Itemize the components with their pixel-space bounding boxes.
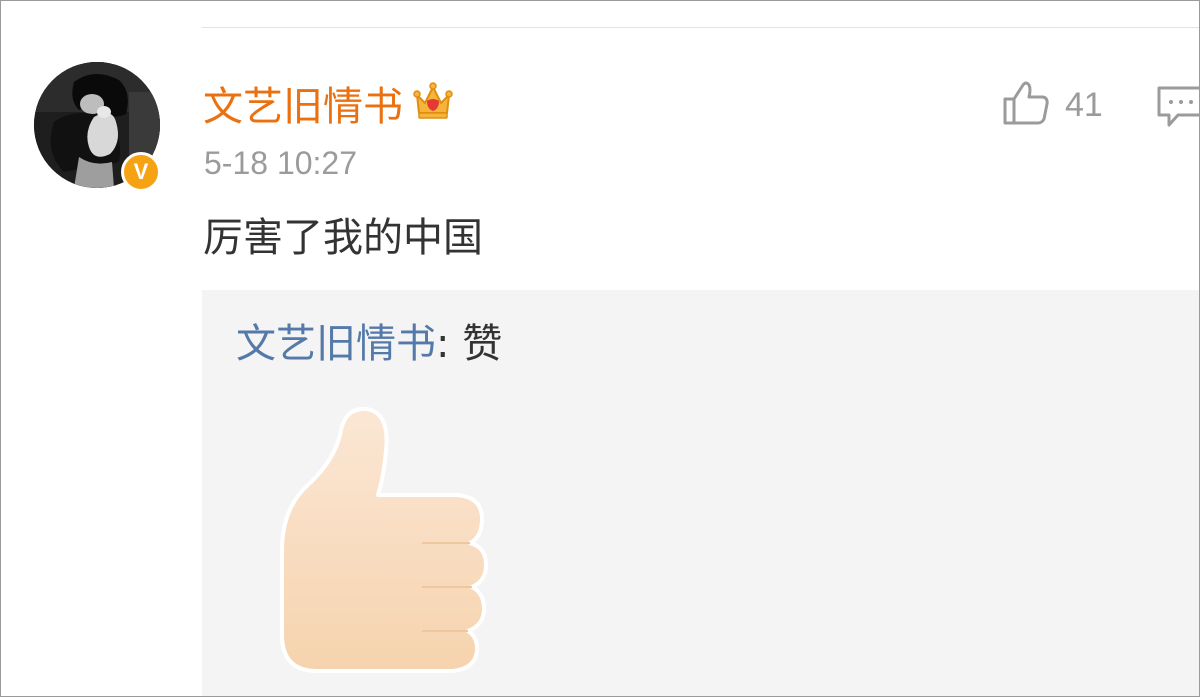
thumbs-up-emoji [272,395,502,679]
reply-box[interactable]: 文艺旧情书: 赞 [202,290,1199,696]
reply-text: 赞 [462,321,503,367]
username[interactable]: 文艺旧情书 [203,79,455,134]
verified-badge: V [121,152,161,192]
reply-separator: : [436,321,463,367]
avatar[interactable]: V [34,62,161,192]
reply-button[interactable] [1156,85,1199,133]
timestamp: 5-18 10:27 [204,145,358,181]
divider [202,27,1199,28]
comment-bubble-icon[interactable] [1156,86,1199,133]
like-count: 41 [1065,86,1103,124]
like-button[interactable]: 41 [1001,79,1103,131]
reply-line: 文艺旧情书: 赞 [236,316,502,372]
comment-card: V 文艺旧情书 5-18 10:27 厉害了我的中国 41 文艺旧情书: 赞 [0,0,1200,697]
crown-icon [411,79,455,134]
comment-text: 厉害了我的中国 [203,215,483,261]
thumbs-up-outline-icon[interactable] [1001,79,1051,131]
username-text[interactable]: 文艺旧情书 [203,83,403,131]
reply-author[interactable]: 文艺旧情书 [236,321,436,367]
